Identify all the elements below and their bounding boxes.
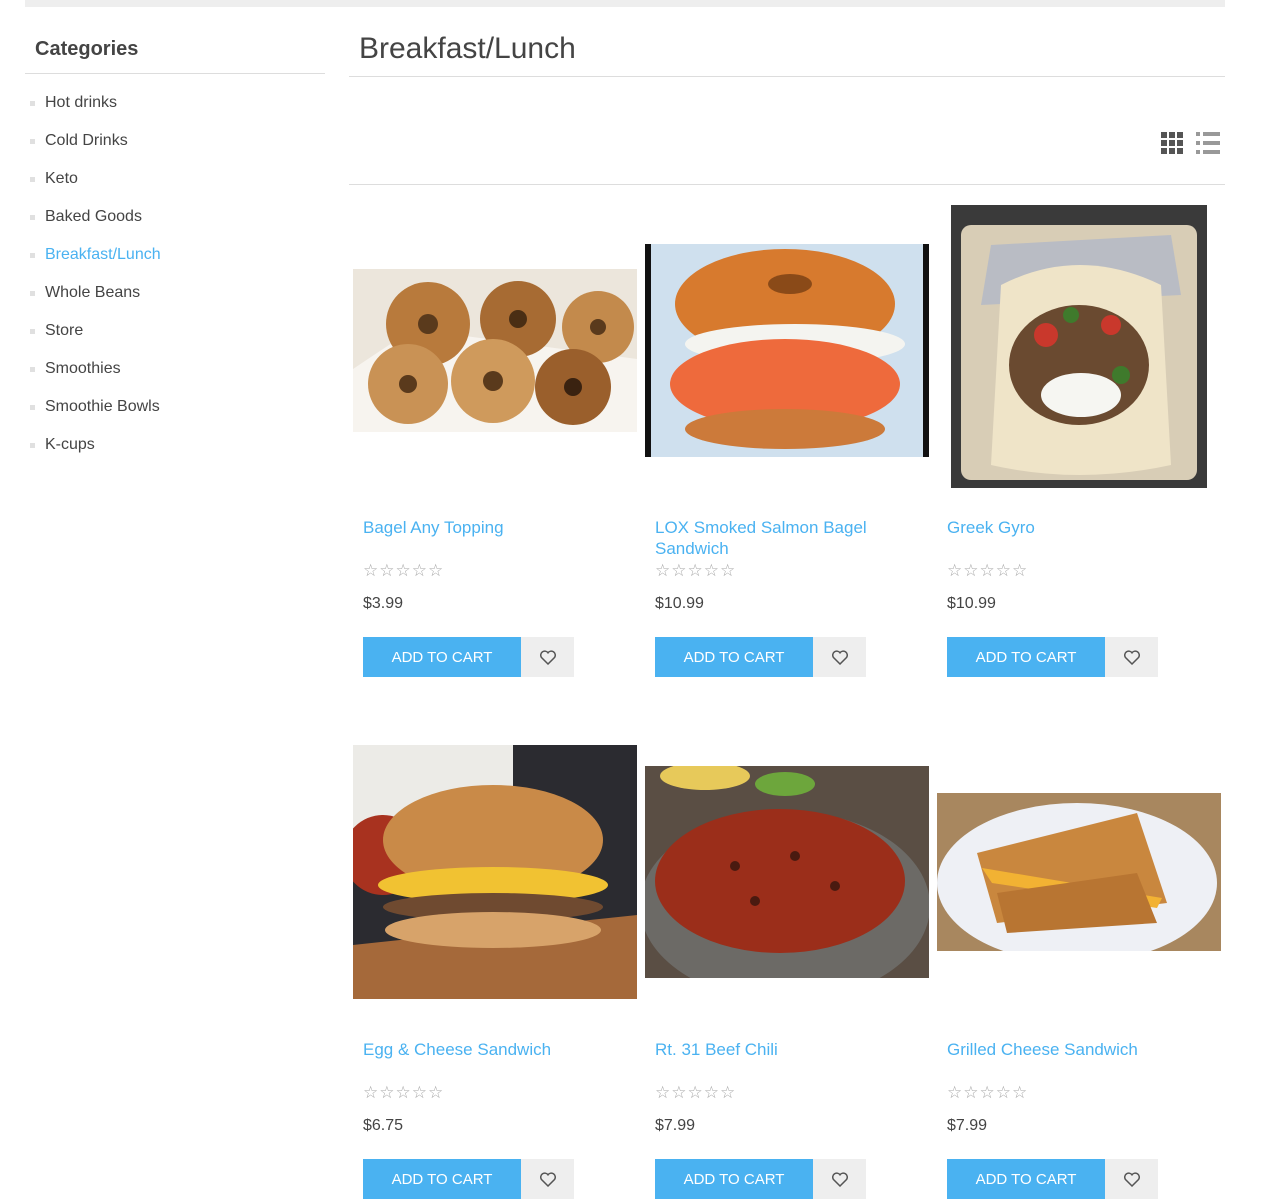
product-name[interactable]: LOX Smoked Salmon Bagel Sandwich (655, 517, 905, 559)
product-image-bagels[interactable] (349, 205, 641, 495)
product-price: $10.99 (947, 595, 996, 612)
product-name[interactable]: Grilled Cheese Sandwich (947, 1039, 1197, 1060)
sidebar-item-keto[interactable]: Keto (25, 160, 325, 198)
sidebar-item-k-cups[interactable]: K-cups (25, 426, 325, 464)
rating-stars: ☆☆☆☆☆ (363, 1083, 445, 1102)
product-image-salmon-bagel[interactable] (641, 205, 933, 495)
product-price: $3.99 (363, 595, 404, 612)
rating-stars: ☆☆☆☆☆ (947, 561, 1029, 580)
product-image-chili[interactable] (641, 727, 933, 1017)
add-to-cart-button[interactable]: Add to cart (947, 637, 1105, 677)
category-list: Hot drinks Cold Drinks Keto Baked Goods … (25, 74, 325, 464)
wishlist-button[interactable] (521, 637, 574, 677)
product-name[interactable]: Rt. 31 Beef Chili (655, 1039, 905, 1060)
product-image-grilled-cheese[interactable] (933, 727, 1225, 1017)
grid-view-icon[interactable] (1161, 132, 1183, 154)
add-to-cart-button[interactable]: Add to cart (655, 637, 813, 677)
sidebar-item-smoothie-bowls[interactable]: Smoothie Bowls (25, 388, 325, 426)
sidebar-item-store[interactable]: Store (25, 312, 325, 350)
product-image-egg-sandwich[interactable] (349, 727, 641, 1017)
add-to-cart-button[interactable]: Add to cart (363, 1159, 521, 1199)
list-view-icon[interactable] (1196, 132, 1220, 154)
sidebar-item-hot-drinks[interactable]: Hot drinks (25, 84, 325, 122)
heart-icon (1123, 649, 1140, 665)
rating-stars: ☆☆☆☆☆ (655, 1083, 737, 1102)
add-to-cart-button[interactable]: Add to cart (655, 1159, 813, 1199)
product-price: $7.99 (655, 1117, 696, 1134)
sidebar-item-breakfast-lunch[interactable]: Breakfast/Lunch (25, 236, 325, 274)
add-to-cart-button[interactable]: Add to cart (947, 1159, 1105, 1199)
main-content: Breakfast/Lunch (349, 30, 1225, 185)
product-price: $6.75 (363, 1117, 404, 1134)
wishlist-button[interactable] (813, 1159, 866, 1199)
add-to-cart-button[interactable]: Add to cart (363, 637, 521, 677)
wishlist-button[interactable] (1105, 637, 1158, 677)
heart-icon (831, 649, 848, 665)
top-bar (25, 0, 1225, 7)
rating-stars: ☆☆☆☆☆ (655, 561, 737, 580)
view-toolbar (349, 77, 1225, 185)
sidebar-item-whole-beans[interactable]: Whole Beans (25, 274, 325, 312)
rating-stars: ☆☆☆☆☆ (363, 561, 445, 580)
product-price: $7.99 (947, 1117, 988, 1134)
sidebar-item-baked-goods[interactable]: Baked Goods (25, 198, 325, 236)
sidebar-item-smoothies[interactable]: Smoothies (25, 350, 325, 388)
wishlist-button[interactable] (813, 637, 866, 677)
wishlist-button[interactable] (521, 1159, 574, 1199)
wishlist-button[interactable] (1105, 1159, 1158, 1199)
product-name[interactable]: Greek Gyro (947, 517, 1197, 538)
sidebar-title: Categories (25, 30, 325, 74)
heart-icon (539, 1171, 556, 1187)
rating-stars: ☆☆☆☆☆ (947, 1083, 1029, 1102)
product-price: $10.99 (655, 595, 704, 612)
page-title: Breakfast/Lunch (349, 30, 1225, 77)
heart-icon (539, 649, 556, 665)
heart-icon (831, 1171, 848, 1187)
sidebar-item-cold-drinks[interactable]: Cold Drinks (25, 122, 325, 160)
heart-icon (1123, 1171, 1140, 1187)
product-name[interactable]: Egg & Cheese Sandwich (363, 1039, 613, 1060)
categories-sidebar: Categories Hot drinks Cold Drinks Keto B… (25, 30, 325, 464)
product-name[interactable]: Bagel Any Topping (363, 517, 613, 538)
product-image-gyro[interactable] (933, 205, 1225, 495)
